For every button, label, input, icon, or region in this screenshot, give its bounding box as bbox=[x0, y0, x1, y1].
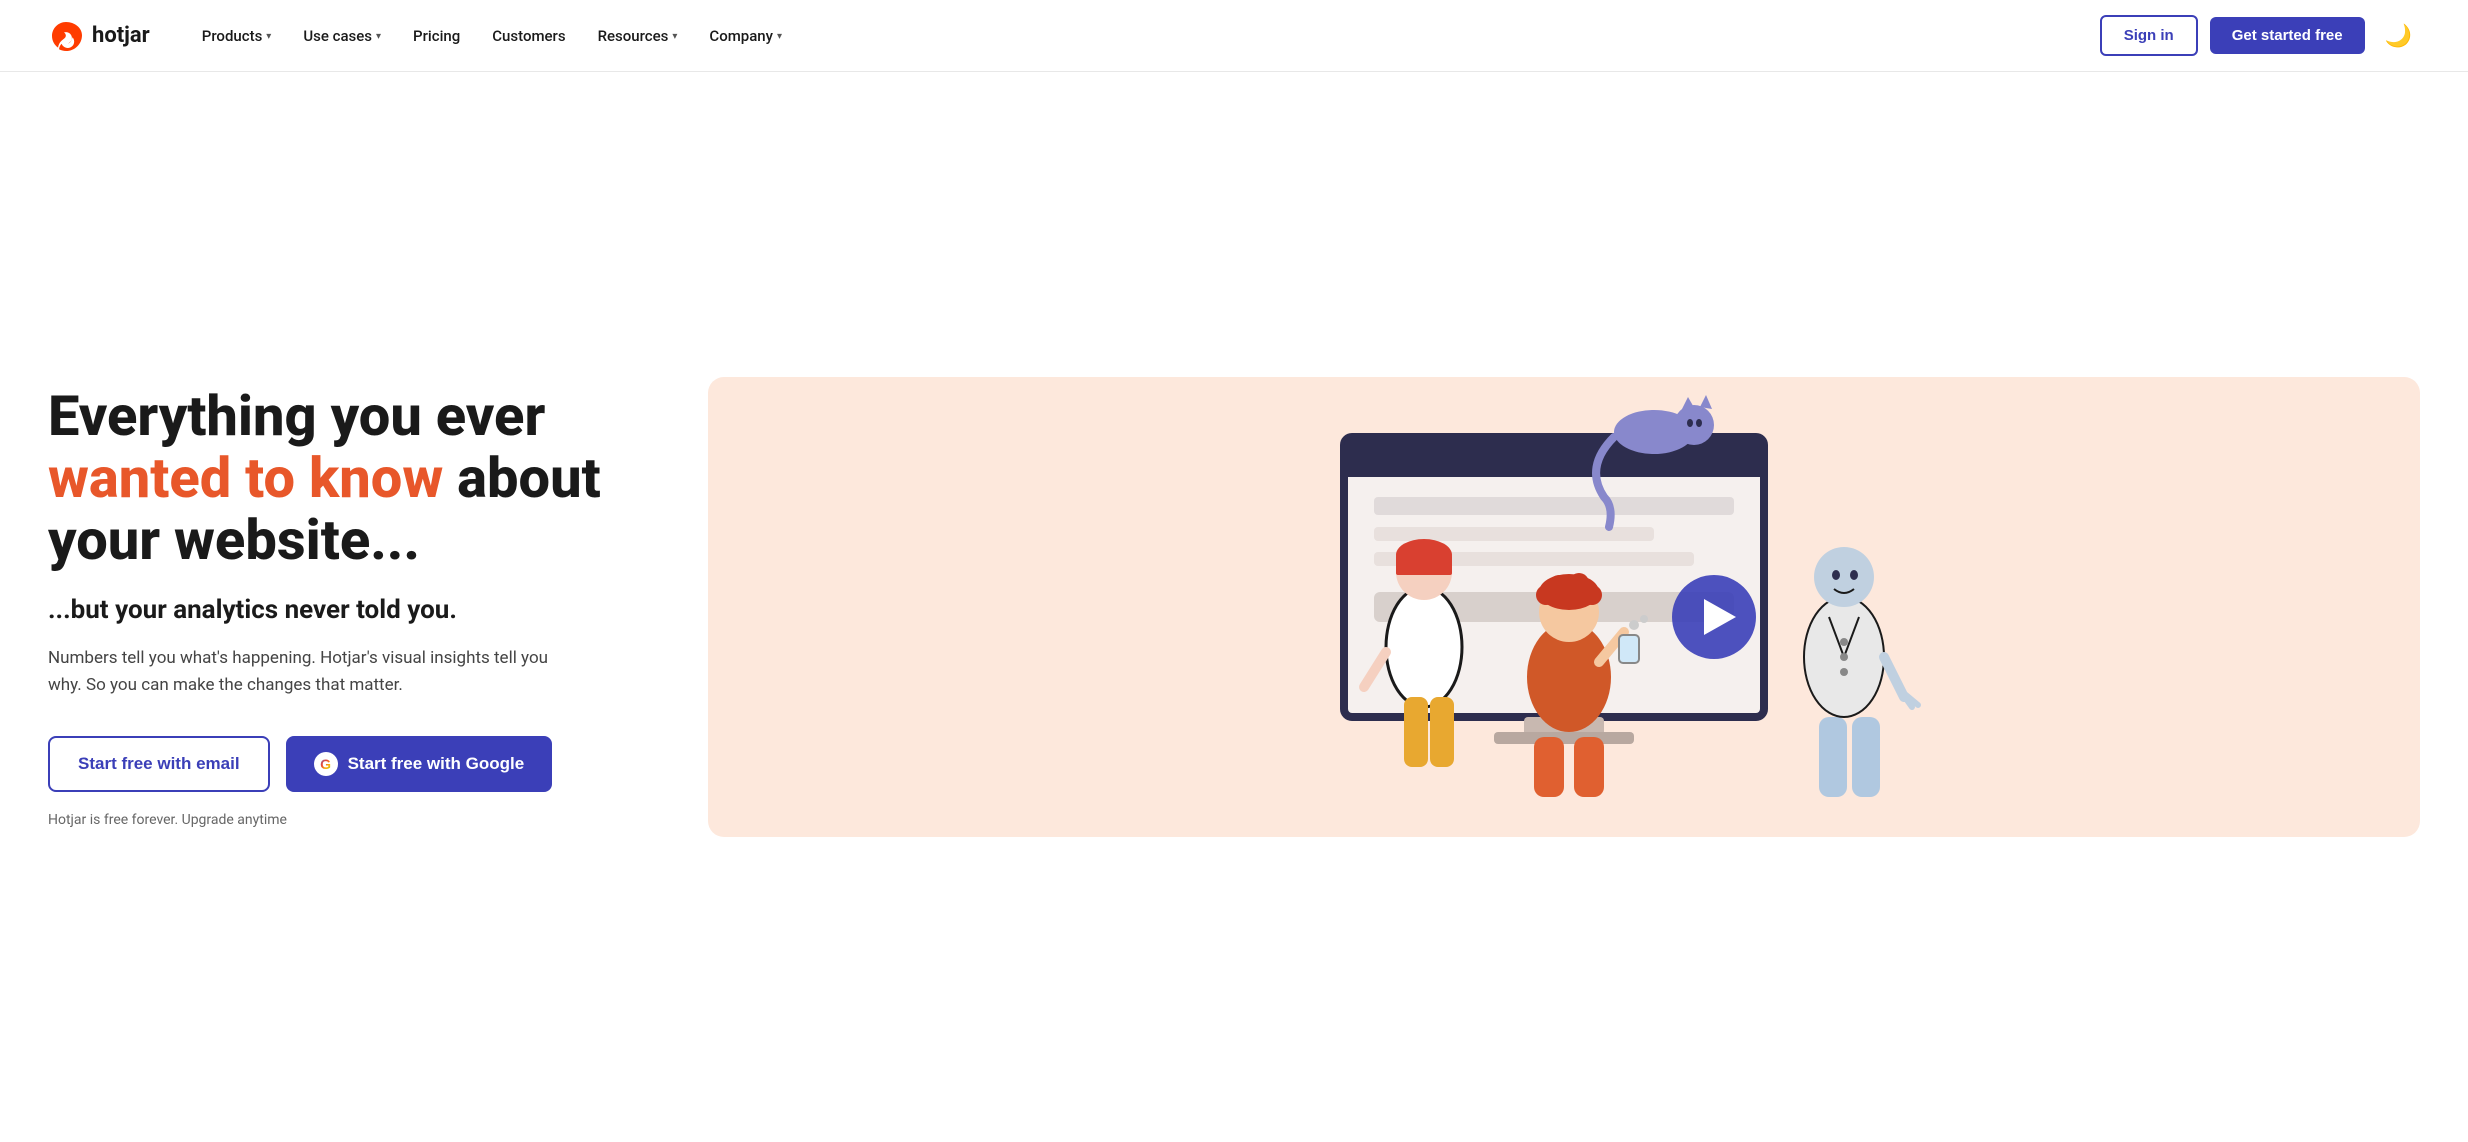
nav-products[interactable]: Products ▾ bbox=[190, 19, 284, 53]
chevron-down-icon: ▾ bbox=[266, 31, 271, 42]
hero-body-text: Numbers tell you what's happening. Hotja… bbox=[48, 645, 568, 699]
illustration-wrapper bbox=[708, 377, 2420, 837]
logo-wordmark: hotjar bbox=[92, 23, 150, 48]
nav-resources[interactable]: Resources ▾ bbox=[586, 19, 690, 53]
dark-mode-toggle[interactable]: 🌙 bbox=[2377, 19, 2420, 53]
nav-actions: Sign in Get started free 🌙 bbox=[2100, 15, 2420, 56]
cta-buttons: Start free with email G Start free with … bbox=[48, 736, 648, 792]
sign-in-button[interactable]: Sign in bbox=[2100, 15, 2198, 56]
start-google-button[interactable]: G Start free with Google bbox=[286, 736, 553, 792]
chevron-down-icon: ▾ bbox=[376, 31, 381, 42]
hero-svg bbox=[708, 377, 2420, 837]
navbar: hotjar Products ▾ Use cases ▾ Pricing Cu… bbox=[0, 0, 2468, 72]
nav-use-cases[interactable]: Use cases ▾ bbox=[291, 19, 393, 53]
nav-pricing[interactable]: Pricing bbox=[401, 19, 472, 53]
nav-customers[interactable]: Customers bbox=[480, 19, 577, 53]
hero-content: Everything you ever wanted to know about… bbox=[48, 386, 648, 827]
hero-section: Everything you ever wanted to know about… bbox=[0, 72, 2468, 1142]
nav-links: Products ▾ Use cases ▾ Pricing Customers… bbox=[190, 19, 2100, 53]
free-note: Hotjar is free forever. Upgrade anytime bbox=[48, 812, 648, 828]
start-email-button[interactable]: Start free with email bbox=[48, 736, 270, 792]
google-icon: G bbox=[314, 752, 338, 776]
get-started-button[interactable]: Get started free bbox=[2210, 17, 2365, 54]
chevron-down-icon: ▾ bbox=[777, 31, 782, 42]
chevron-down-icon: ▾ bbox=[672, 31, 677, 42]
nav-company[interactable]: Company ▾ bbox=[697, 19, 794, 53]
logo[interactable]: hotjar bbox=[48, 18, 150, 54]
hero-heading: Everything you ever wanted to know about… bbox=[48, 386, 648, 571]
hero-subheading: ...but your analytics never told you. bbox=[48, 595, 648, 625]
hotjar-logo-icon bbox=[48, 18, 84, 54]
hero-illustration bbox=[708, 377, 2420, 837]
